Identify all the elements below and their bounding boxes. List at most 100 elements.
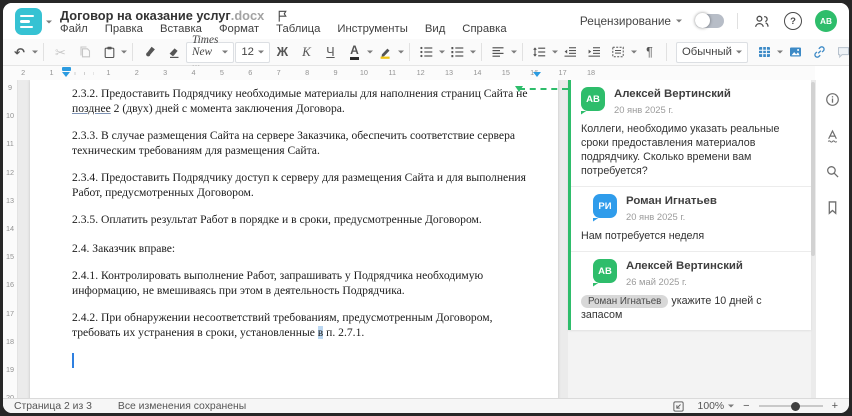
document-text[interactable]: 2.3.2. Предоставить Подрядчику необходим…: [72, 86, 536, 398]
line-spacing-caret-icon[interactable]: [551, 50, 558, 57]
paste-button[interactable]: [97, 41, 120, 63]
highlight-caret-icon[interactable]: [397, 50, 404, 57]
toolbar: ↶ ✂ Times New ... 12 Ж К Ч А ¶ Обычный: [3, 34, 849, 70]
font-name-select[interactable]: Times New ...: [186, 34, 235, 70]
font-size-select[interactable]: 12: [235, 41, 270, 63]
zoom-slider[interactable]: [758, 401, 823, 411]
user-avatar[interactable]: АВ: [815, 10, 837, 32]
menu-item[interactable]: Формат: [219, 23, 259, 35]
paragraph-2-3-5: 2.3.5. Оплатить результат Работ в порядк…: [72, 213, 482, 226]
paste-caret-icon[interactable]: [121, 50, 127, 57]
paragraph-2-4-2: 2.4.2. При обнаружении несоответствий тр…: [72, 310, 536, 340]
menu-item[interactable]: Таблица: [276, 23, 320, 35]
undo-icon: ↶: [14, 44, 25, 60]
comment-anchor-icon: [515, 86, 523, 96]
fit-page-icon[interactable]: [669, 396, 689, 413]
ruler-number: 1: [94, 66, 123, 79]
increase-indent-button[interactable]: [583, 41, 606, 63]
divider: [43, 43, 44, 61]
format-painter-button[interactable]: [138, 41, 161, 63]
line-spacing-button[interactable]: [528, 41, 551, 63]
menu-item[interactable]: Справка: [462, 23, 506, 35]
favorite-flag-icon[interactable]: [276, 9, 289, 23]
ruler-number: 13: [434, 66, 464, 79]
zoom-slider-thumb[interactable]: [790, 401, 800, 411]
app-logo[interactable]: [15, 8, 42, 35]
page-indicator[interactable]: Страница 2 из 3: [14, 401, 92, 412]
ruler-number: 14: [5, 223, 15, 233]
underline-button[interactable]: Ч: [319, 41, 342, 63]
font-color-caret-icon[interactable]: [366, 50, 373, 57]
vertical-scrollbar[interactable]: [811, 82, 815, 256]
comment[interactable]: АВ Алексей Вертинский 20 янв 2025 г. Кол…: [571, 80, 811, 186]
comment-avatar: АВ: [593, 259, 617, 283]
comment[interactable]: АВ Алексей Вертинский 26 май 2025 г. Ром…: [571, 251, 811, 330]
ruler-number: 8: [292, 66, 322, 79]
comment-meta: Алексей Вертинский 26 май 2025 г.: [626, 259, 743, 287]
vertical-ruler-numbers: 9 10 11 12 13 14 15 16 17 18 19 20: [3, 80, 17, 398]
info-icon[interactable]: [823, 89, 843, 109]
undo-button[interactable]: ↶: [8, 41, 31, 63]
ruler-number: 2: [122, 66, 151, 79]
ruler-number: 7: [264, 66, 293, 79]
ruler-number: 15: [491, 66, 521, 79]
help-icon[interactable]: ?: [784, 12, 802, 30]
insert-image-button[interactable]: [784, 41, 807, 63]
bookmark-icon[interactable]: [823, 197, 843, 217]
font-color-button[interactable]: А: [343, 41, 366, 63]
menu-item[interactable]: Инструменты: [337, 23, 407, 35]
review-mode-button[interactable]: Рецензирование: [580, 14, 682, 28]
zoom-level-select[interactable]: 100%: [698, 401, 735, 412]
bullet-list-button[interactable]: [415, 41, 438, 63]
review-mode-label: Рецензирование: [579, 14, 671, 28]
comment[interactable]: РИ Роман Игнатьев 20 янв 2025 г. Нам пот…: [571, 186, 811, 251]
spellcheck-icon[interactable]: [823, 125, 843, 145]
paragraph-2-4: 2.4. Заказчик вправе:: [72, 242, 176, 255]
menu-item[interactable]: Правка: [105, 23, 143, 35]
comment-date: 20 янв 2025 г.: [614, 104, 674, 115]
search-icon[interactable]: [823, 161, 843, 181]
first-line-indent-marker[interactable]: [62, 67, 71, 71]
comment-avatar: РИ: [593, 194, 617, 218]
commented-text[interactable]: позднее: [72, 102, 111, 115]
ruler-number: 15: [5, 252, 15, 262]
insert-table-button[interactable]: [753, 41, 776, 63]
align-caret-icon[interactable]: [510, 50, 517, 57]
paragraph-2-4-1: 2.4.1. Контролировать выполнение Работ, …: [72, 269, 484, 297]
bullet-list-caret-icon[interactable]: [438, 50, 445, 57]
italic-button[interactable]: К: [295, 41, 318, 63]
zoom-out-button[interactable]: −: [743, 400, 749, 412]
undo-caret-icon[interactable]: [32, 50, 38, 57]
comment-body: Роман Игнатьев укажите 10 дней с запасом: [581, 294, 801, 322]
insert-link-button[interactable]: [808, 41, 831, 63]
horizontal-ruler[interactable]: 2 1 1 2 3 4 5 6 7 8 9 10 11 12 13 14 15 16 17 18: [3, 66, 815, 81]
paragraph-shading-button[interactable]: [607, 41, 630, 63]
logo-caret-icon[interactable]: [46, 20, 52, 27]
comment-author: Алексей Вертинский: [626, 260, 743, 272]
zoom-in-button[interactable]: +: [832, 400, 838, 412]
review-toggle[interactable]: [695, 13, 724, 28]
numbered-list-caret-icon[interactable]: [469, 50, 476, 57]
menu-item[interactable]: Файл: [60, 23, 88, 35]
copy-button[interactable]: [73, 41, 96, 63]
show-formatting-marks-button[interactable]: ¶: [638, 41, 661, 63]
clear-style-button[interactable]: [162, 41, 185, 63]
align-button[interactable]: [487, 41, 510, 63]
bold-button[interactable]: Ж: [271, 41, 294, 63]
paragraph-shading-caret-icon[interactable]: [630, 50, 637, 57]
highlight-color-button[interactable]: [374, 41, 397, 63]
collaboration-users-icon[interactable]: [751, 11, 771, 31]
vertical-ruler[interactable]: 9 10 11 12 13 14 15 16 17 18 19 20: [3, 80, 18, 398]
document-page[interactable]: 2.3.2. Предоставить Подрядчику необходим…: [30, 80, 558, 398]
comment-body: Нам потребуется неделя: [581, 229, 801, 243]
document-title: Договор на оказание услуг .docx: [60, 8, 289, 23]
cut-button[interactable]: ✂: [49, 41, 72, 63]
comment-thread[interactable]: АВ Алексей Вертинский 20 янв 2025 г. Кол…: [568, 80, 811, 330]
paragraph-style-select[interactable]: Обычный: [675, 41, 748, 63]
menu-item[interactable]: Вид: [425, 23, 445, 35]
insert-comment-button[interactable]: [832, 41, 849, 63]
ruler-number: 14: [463, 66, 492, 79]
decrease-indent-button[interactable]: [559, 41, 582, 63]
numbered-list-button[interactable]: [446, 41, 469, 63]
insert-table-caret-icon[interactable]: [776, 50, 783, 57]
